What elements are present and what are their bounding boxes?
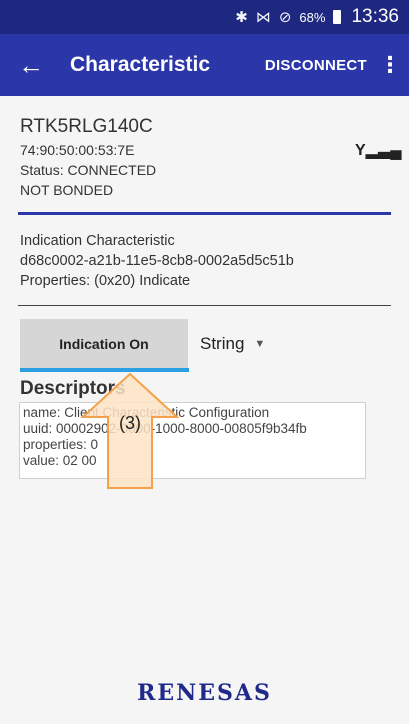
- signal-strength-icon: Y▂▃▄: [355, 142, 402, 159]
- battery-icon: [333, 10, 342, 24]
- characteristic-uuid: d68c0002-a21b-11e5-8cb8-0002a5d5c51b: [20, 253, 294, 269]
- status-bar: ✱ ⋈ ⊘ 68% 13:36: [0, 0, 409, 34]
- value-type-selected: String: [200, 334, 245, 353]
- overflow-menu-icon[interactable]: ⋮: [379, 52, 401, 78]
- dropdown-caret-icon: ▼: [254, 338, 266, 350]
- descriptor-value: value: 02 00: [23, 453, 97, 468]
- clock: 13:36: [351, 6, 399, 27]
- divider: [18, 305, 391, 306]
- bluetooth-icon: ✱: [235, 9, 248, 26]
- descriptor-name: name: Client Characteristic Configuratio…: [23, 405, 270, 420]
- vibrate-icon: ⋈: [255, 9, 271, 26]
- characteristic-info: Indication Characteristic d68c0002-a21b-…: [20, 233, 390, 293]
- descriptor-properties: properties: 0: [23, 437, 99, 452]
- bond-status: NOT BONDED: [20, 182, 114, 198]
- descriptor-box: name: Client Characteristic Configuratio…: [19, 402, 366, 479]
- characteristic-name: Indication Characteristic: [20, 233, 175, 249]
- characteristic-properties: Properties: (0x20) Indicate: [20, 273, 191, 289]
- disconnect-button[interactable]: DISCONNECT: [265, 57, 367, 74]
- value-type-dropdown[interactable]: String ▼: [200, 334, 265, 354]
- device-address: 74:90:50:00:53:7E: [20, 142, 135, 158]
- page-title: Characteristic: [70, 53, 211, 76]
- app-bar: ← Characteristic DISCONNECT ⋮: [0, 34, 409, 96]
- descriptor-uuid: uuid: 00002902-0000-1000-8000-00805f9b34…: [23, 421, 307, 436]
- divider: [18, 212, 391, 215]
- device-info: RTK5RLG140C 74:90:50:00:53:7E Status: CO…: [20, 116, 390, 198]
- callout-arrow-annotation: (3): [80, 372, 180, 489]
- do-not-disturb-icon: ⊘: [278, 9, 292, 26]
- callout-label: (3): [119, 413, 141, 433]
- device-name: RTK5RLG140C: [20, 116, 153, 137]
- back-arrow-icon[interactable]: ←: [0, 50, 62, 81]
- indication-on-button[interactable]: Indication On: [20, 319, 188, 369]
- connection-status: Status: CONNECTED: [20, 162, 157, 178]
- renesas-logo: RENESAS: [137, 680, 272, 706]
- battery-percent: 68%: [299, 9, 326, 25]
